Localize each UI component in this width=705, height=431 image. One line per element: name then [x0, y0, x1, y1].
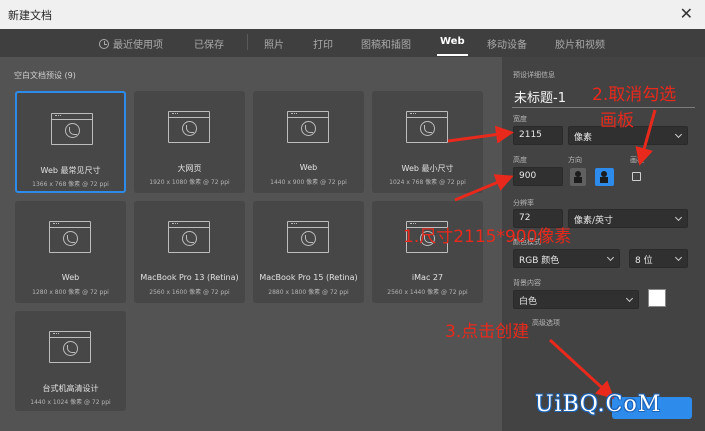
preset-name: 台式机高清设计 [42, 384, 99, 393]
globe-icon [420, 121, 435, 136]
annotation-step2-line2: 画板 [600, 111, 634, 131]
preset-dims: 1366 x 768 像素 @ 72 ppi [32, 181, 109, 188]
document-icon [51, 113, 93, 145]
background-label: 背景内容 [513, 279, 541, 287]
document-icon [287, 221, 329, 253]
document-icon [49, 331, 91, 363]
document-icon [406, 111, 448, 143]
globe-icon [301, 121, 316, 136]
close-icon[interactable]: ✕ [680, 4, 693, 24]
width-label: 宽度 [513, 115, 527, 123]
preset-name: iMac 27 [411, 273, 444, 282]
tab-recent[interactable]: 最近使用项 [99, 36, 163, 51]
annotation-step3: 3.点击创建 [445, 322, 530, 342]
preset-name: Web [299, 163, 318, 172]
document-icon [168, 111, 210, 143]
preset-card[interactable]: Web 1280 x 800 像素 @ 72 ppi [15, 201, 126, 303]
preset-dims: 1024 x 768 像素 @ 72 ppi [389, 179, 466, 186]
portrait-icon [574, 171, 582, 183]
watermark: UiBQ.CoM [535, 392, 662, 417]
advanced-options-label[interactable]: 高级选项 [532, 318, 560, 328]
landscape-button[interactable] [595, 168, 614, 186]
preset-name: MacBook Pro 15 (Retina) [259, 273, 358, 282]
globe-icon [182, 231, 197, 246]
color-mode-select[interactable]: RGB 颜色 [513, 249, 620, 268]
document-name-input[interactable]: 未标题-1 [514, 87, 566, 106]
height-label: 高度 [513, 156, 527, 164]
resolution-unit-select[interactable]: 像素/英寸 [568, 209, 688, 228]
annotation-step2-line1: 2.取消勾选 [592, 85, 677, 105]
background-select[interactable]: 白色 [513, 290, 639, 309]
preset-card[interactable]: MacBook Pro 15 (Retina) 2880 x 1800 像素 @… [253, 201, 364, 303]
resolution-label: 分辨率 [513, 199, 534, 207]
preset-name: Web 最常见尺寸 [40, 166, 101, 175]
chevron-down-icon [674, 213, 683, 222]
chevron-down-icon [674, 253, 683, 262]
preset-dims: 1440 x 900 像素 @ 72 ppi [270, 179, 347, 186]
preset-card[interactable]: Web 最常见尺寸 1366 x 768 像素 @ 72 ppi [15, 91, 126, 193]
tab-mobile[interactable]: 移动设备 [487, 36, 527, 51]
width-input[interactable]: 2115 [513, 126, 563, 145]
category-tabs: 最近使用项 已保存 照片 打印 图稿和插图 Web 移动设备 胶片和视频 [0, 29, 705, 57]
tab-saved[interactable]: 已保存 [194, 36, 224, 51]
preset-card[interactable]: iMac 27 2560 x 1440 像素 @ 72 ppi [372, 201, 483, 303]
tab-print[interactable]: 打印 [313, 36, 333, 51]
window-titlebar: 新建文档 ✕ [0, 0, 705, 29]
bit-depth-select[interactable]: 8 位 [629, 249, 688, 268]
preset-name: Web 最小尺寸 [401, 164, 454, 173]
preset-card[interactable]: 台式机高清设计 1440 x 1024 像素 @ 72 ppi [15, 311, 126, 411]
preset-name: 大网页 [177, 164, 202, 173]
artboard-label: 画板 [630, 156, 644, 164]
clock-icon [99, 39, 109, 49]
preset-card[interactable]: MacBook Pro 13 (Retina) 2560 x 1600 像素 @… [134, 201, 245, 303]
preset-dims: 2560 x 1440 像素 @ 72 ppi [387, 289, 468, 296]
preset-name: Web [61, 273, 80, 282]
landscape-icon [600, 171, 608, 183]
preset-card[interactable]: Web 1440 x 900 像素 @ 72 ppi [253, 91, 364, 193]
tab-film-video[interactable]: 胶片和视频 [555, 36, 605, 51]
tab-photo[interactable]: 照片 [264, 36, 284, 51]
globe-icon [63, 341, 78, 356]
globe-icon [63, 231, 78, 246]
background-color-swatch[interactable] [648, 289, 666, 307]
chevron-down-icon [606, 253, 615, 262]
artboard-checkbox[interactable] [632, 172, 641, 181]
chevron-down-icon [674, 130, 683, 139]
orientation-label: 方向 [568, 156, 582, 164]
preset-dims: 2560 x 1600 像素 @ 72 ppi [149, 289, 230, 296]
globe-icon [182, 121, 197, 136]
globe-icon [301, 231, 316, 246]
tab-art-illustration[interactable]: 图稿和插图 [361, 36, 411, 51]
preset-section-title: 空白文档预设 (9) [14, 71, 76, 80]
chevron-down-icon [625, 294, 634, 303]
preset-dims: 1440 x 1024 像素 @ 72 ppi [30, 399, 111, 406]
tab-web[interactable]: Web [437, 36, 468, 56]
document-icon [168, 221, 210, 253]
annotation-step1: 1.尺寸2115*900像素 [403, 227, 572, 247]
preset-dims: 1280 x 800 像素 @ 72 ppi [32, 289, 109, 296]
preset-dims: 1920 x 1080 像素 @ 72 ppi [149, 179, 230, 186]
tab-divider [247, 34, 248, 50]
preset-name: MacBook Pro 13 (Retina) [140, 273, 239, 282]
document-icon [49, 221, 91, 253]
window-title: 新建文档 [8, 9, 52, 22]
document-icon [287, 111, 329, 143]
portrait-button[interactable] [570, 168, 586, 186]
preset-card[interactable]: 大网页 1920 x 1080 像素 @ 72 ppi [134, 91, 245, 193]
details-header: 预设详细信息 [513, 71, 555, 79]
height-input[interactable]: 900 [513, 167, 563, 186]
globe-icon [65, 123, 80, 138]
preset-dims: 2880 x 1800 像素 @ 72 ppi [268, 289, 349, 296]
preset-card[interactable]: Web 最小尺寸 1024 x 768 像素 @ 72 ppi [372, 91, 483, 193]
